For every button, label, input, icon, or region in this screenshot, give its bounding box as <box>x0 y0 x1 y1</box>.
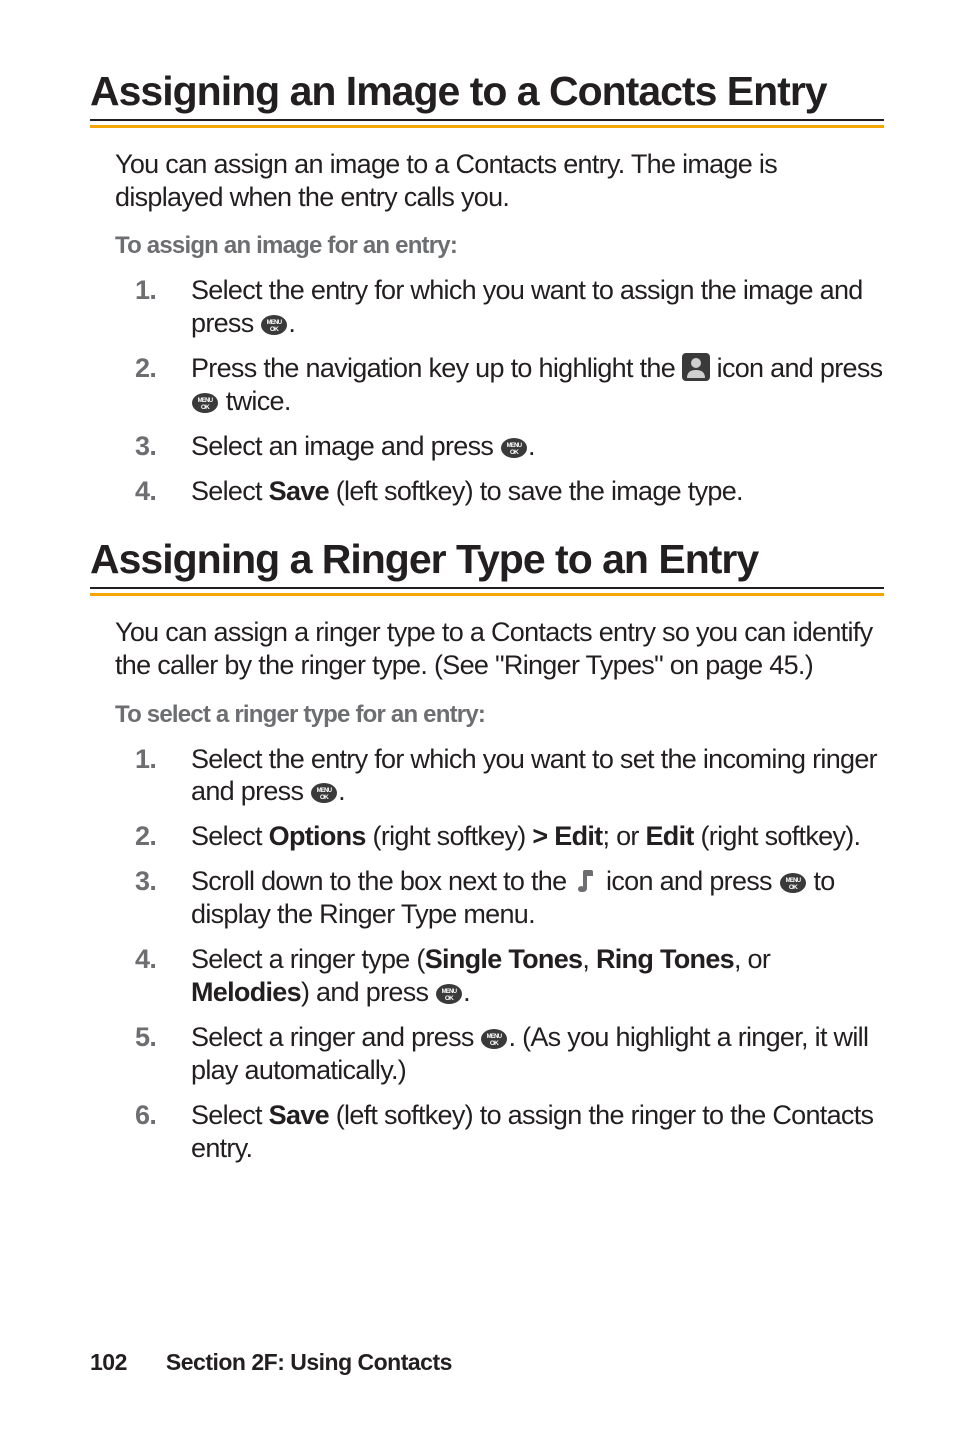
svg-text:OK: OK <box>201 404 210 411</box>
ring-tones-label: Ring Tones <box>596 944 734 974</box>
svg-text:OK: OK <box>490 1040 499 1047</box>
step-text: Scroll down to the box next to the <box>191 866 573 896</box>
steps-assign-ringer: 1. Select the entry for which you want t… <box>135 743 884 1165</box>
step-text: icon and press <box>599 866 778 896</box>
step-number: 4. <box>135 943 156 976</box>
menu-ok-icon: MENUOK <box>480 1028 508 1050</box>
step-text: Select a ringer and press <box>191 1022 480 1052</box>
step-text-end: . <box>528 431 535 461</box>
step-text: Select the entry for which you want to s… <box>191 744 877 807</box>
subheading-assign-ringer: To select a ringer type for an entry: <box>115 701 884 729</box>
edit-label: Edit <box>646 821 694 851</box>
step-text-end: . <box>338 776 345 806</box>
page-footer: 102 Section 2F: Using Contacts <box>90 1349 452 1376</box>
step-text-end: . <box>288 308 295 338</box>
svg-text:OK: OK <box>320 794 329 801</box>
step-text-mid: icon and press <box>710 353 883 383</box>
page-number: 102 <box>90 1349 160 1376</box>
step-2-1: 1. Select the entry for which you want t… <box>135 743 884 809</box>
step-text: , or <box>734 944 770 974</box>
step-number: 2. <box>135 820 156 853</box>
step-number: 2. <box>135 352 156 385</box>
step-number: 6. <box>135 1099 156 1132</box>
step-text: ; or <box>602 821 645 851</box>
step-number: 1. <box>135 743 156 776</box>
step-2-6: 6. Select Save (left softkey) to assign … <box>135 1099 884 1165</box>
step-number: 1. <box>135 274 156 307</box>
heading-assign-ringer: Assigning a Ringer Type to an Entry <box>90 538 884 581</box>
person-silhouette-icon <box>682 353 710 381</box>
menu-ok-icon: MENUOK <box>191 392 219 414</box>
step-text: Select an image and press <box>191 431 500 461</box>
step-text: Select a ringer type ( <box>191 944 425 974</box>
menu-ok-icon: MENUOK <box>260 314 288 336</box>
heading-assign-image: Assigning an Image to a Contacts Entry <box>90 70 884 113</box>
step-text: , <box>582 944 596 974</box>
step-number: 3. <box>135 430 156 463</box>
menu-ok-icon: MENUOK <box>779 872 807 894</box>
step-2-5: 5. Select a ringer and press MENUOK. (As… <box>135 1021 884 1087</box>
menu-ok-icon: MENUOK <box>500 437 528 459</box>
step-number: 4. <box>135 475 156 508</box>
ringer-note-icon <box>573 866 599 894</box>
step-text: ) and press <box>301 977 435 1007</box>
save-label: Save <box>269 1100 329 1130</box>
step-number: 3. <box>135 865 156 898</box>
step-1-1: 1. Select the entry for which you want t… <box>135 274 884 340</box>
heading-rule-2 <box>90 587 884 596</box>
step-text-end: twice. <box>219 386 291 416</box>
subheading-assign-image: To assign an image for an entry: <box>115 232 884 260</box>
step-text: Select <box>191 821 269 851</box>
step-text-end: (right softkey). <box>694 821 861 851</box>
intro-assign-ringer: You can assign a ringer type to a Contac… <box>115 616 884 682</box>
step-text-end: . <box>463 977 470 1007</box>
steps-assign-image: 1. Select the entry for which you want t… <box>135 274 884 508</box>
step-text: Select <box>191 476 269 506</box>
menu-ok-icon: MENUOK <box>435 983 463 1005</box>
menu-ok-icon: MENUOK <box>310 782 338 804</box>
step-text: (right softkey) <box>366 821 533 851</box>
step-2-2: 2. Select Options (right softkey) > Edit… <box>135 820 884 853</box>
save-label: Save <box>269 476 329 506</box>
melodies-label: Melodies <box>191 977 301 1007</box>
step-text: Press the navigation key up to highlight… <box>191 353 682 383</box>
svg-text:OK: OK <box>788 884 797 891</box>
step-text: Select <box>191 1100 269 1130</box>
svg-text:OK: OK <box>445 995 454 1002</box>
intro-assign-image: You can assign an image to a Contacts en… <box>115 148 884 214</box>
footer-section-label: Section 2F: Using Contacts <box>166 1349 452 1375</box>
heading-rule-1 <box>90 119 884 128</box>
step-1-4: 4. Select Save (left softkey) to save th… <box>135 475 884 508</box>
svg-text:OK: OK <box>510 449 519 456</box>
step-text-end: (left softkey) to save the image type. <box>329 476 743 506</box>
single-tones-label: Single Tones <box>425 944 583 974</box>
edit-path-label: > Edit <box>532 821 602 851</box>
svg-text:OK: OK <box>270 326 279 333</box>
step-1-3: 3. Select an image and press MENUOK. <box>135 430 884 463</box>
step-number: 5. <box>135 1021 156 1054</box>
step-2-3: 3. Scroll down to the box next to the ic… <box>135 865 884 931</box>
page: Assigning an Image to a Contacts Entry Y… <box>0 0 954 1431</box>
options-label: Options <box>269 821 366 851</box>
step-2-4: 4. Select a ringer type (Single Tones, R… <box>135 943 884 1009</box>
step-1-2: 2. Press the navigation key up to highli… <box>135 352 884 418</box>
